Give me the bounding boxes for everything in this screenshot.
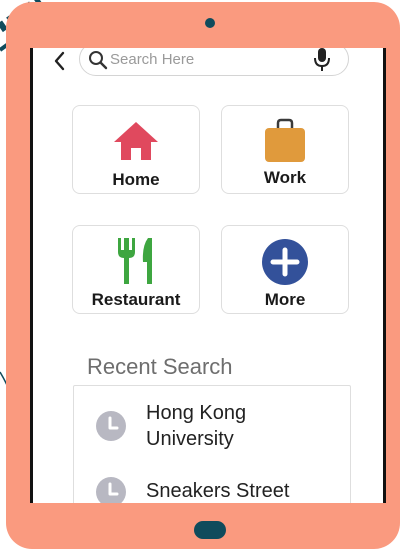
camera-dot bbox=[205, 18, 215, 28]
search-bar[interactable] bbox=[79, 48, 349, 76]
chevron-left-icon bbox=[54, 51, 65, 71]
work-shortcut-label: Work bbox=[263, 168, 307, 187]
recent-search-line: Hong Kong bbox=[146, 402, 247, 424]
recent-search-line: University bbox=[146, 428, 234, 450]
home-button[interactable] bbox=[194, 521, 226, 539]
clock-icon bbox=[96, 477, 126, 503]
clock-icon bbox=[96, 411, 126, 441]
plus-circle-icon bbox=[262, 239, 308, 285]
recent-search-line: Sneakers Street bbox=[146, 480, 290, 502]
briefcase-icon bbox=[265, 118, 305, 162]
recent-search-text: Hong Kong University bbox=[146, 400, 336, 452]
app-screen: Home Work Restaurant More Recent Search bbox=[30, 48, 386, 503]
search-icon bbox=[89, 51, 108, 70]
restaurant-shortcut-button[interactable]: Restaurant bbox=[72, 225, 200, 314]
recent-search-text: Sneakers Street bbox=[146, 478, 336, 503]
back-button[interactable] bbox=[51, 50, 69, 72]
recent-search-title: Recent Search bbox=[87, 354, 233, 379]
home-shortcut-label: Home bbox=[112, 170, 160, 189]
recent-search-item[interactable]: Sneakers Street bbox=[74, 474, 350, 503]
search-input[interactable] bbox=[110, 49, 300, 69]
recent-search-list: Hong Kong University Sneakers Street bbox=[73, 385, 351, 503]
recent-search-item[interactable]: Hong Kong University bbox=[74, 400, 350, 458]
microphone-icon[interactable] bbox=[312, 48, 332, 73]
more-shortcut-button[interactable]: More bbox=[221, 225, 349, 314]
home-icon bbox=[114, 122, 158, 160]
more-shortcut-label: More bbox=[264, 290, 306, 309]
restaurant-shortcut-label: Restaurant bbox=[91, 290, 181, 309]
work-shortcut-button[interactable]: Work bbox=[221, 105, 349, 194]
home-shortcut-button[interactable]: Home bbox=[72, 105, 200, 194]
fork-knife-icon bbox=[118, 238, 152, 284]
